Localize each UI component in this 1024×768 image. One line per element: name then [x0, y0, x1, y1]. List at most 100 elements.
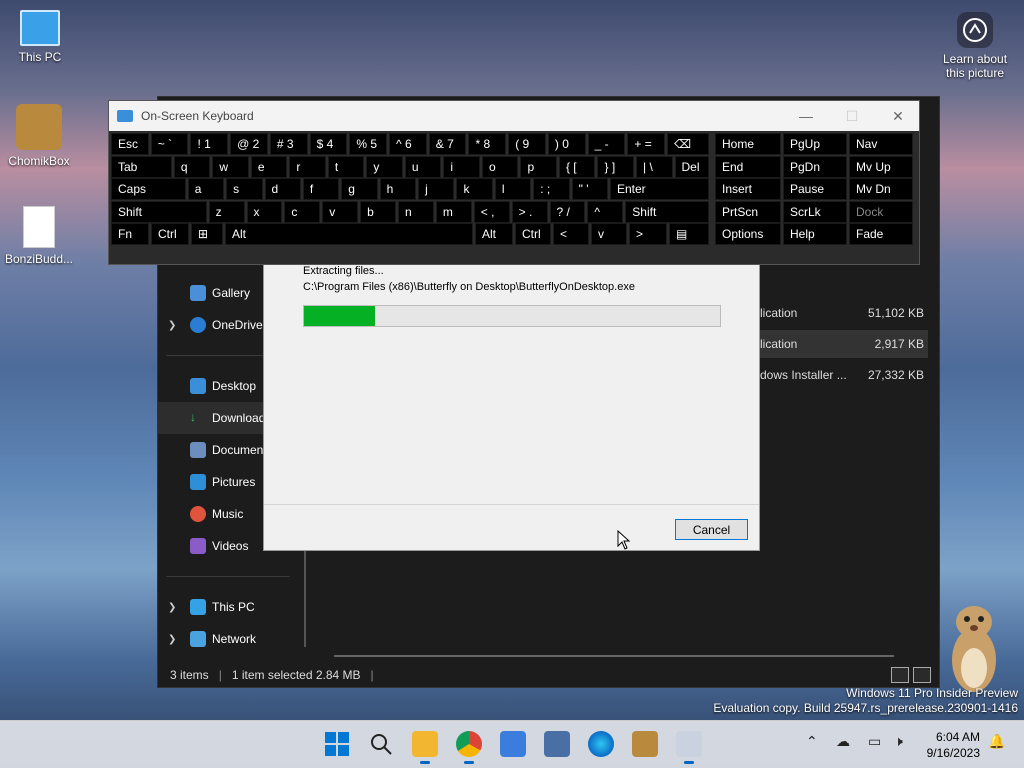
chrome-icon[interactable] [456, 731, 482, 764]
key-home[interactable]: Home [715, 133, 781, 155]
key-esc[interactable]: Esc [111, 133, 149, 155]
key-symbol[interactable]: > [629, 223, 667, 245]
key-caps[interactable]: Caps [111, 178, 186, 200]
key-7[interactable]: & 7 [428, 133, 467, 155]
chevron-right-icon[interactable]: ❯ [168, 320, 176, 331]
key-symbol[interactable]: ⌫ [667, 133, 709, 155]
key-scrlk[interactable]: ScrLk [783, 200, 847, 223]
key-symbol[interactable]: > . [511, 200, 548, 223]
key-j[interactable]: j [418, 178, 455, 200]
key-8[interactable]: * 8 [468, 133, 507, 155]
key-n[interactable]: n [398, 200, 434, 223]
key-ctrl[interactable]: Ctrl [151, 223, 189, 245]
volume-muted-icon[interactable]: 🕨 [894, 733, 903, 750]
installer-icon[interactable] [500, 731, 526, 757]
key-options[interactable]: Options [715, 223, 781, 245]
key-pause[interactable]: Pause [783, 178, 847, 200]
key-symbol[interactable]: ⊞ [191, 223, 223, 245]
key-i[interactable]: i [443, 155, 480, 178]
key-mv-dn[interactable]: Mv Dn [849, 178, 913, 200]
key-2[interactable]: @ 2 [230, 133, 268, 155]
key-symbol[interactable]: + = [627, 133, 666, 155]
cancel-button[interactable]: Cancel [675, 519, 748, 540]
onedrive-icon[interactable]: ☁ [836, 733, 850, 750]
key-insert[interactable]: Insert [715, 178, 781, 200]
file-row[interactable]: lication 2,917 KB [756, 330, 928, 358]
key-5[interactable]: % 5 [349, 133, 388, 155]
key-enter[interactable]: Enter [609, 178, 709, 200]
file-explorer-taskbar-icon[interactable] [412, 731, 438, 764]
key-e[interactable]: e [250, 155, 288, 178]
key-shift[interactable]: Shift [111, 200, 207, 223]
key-q[interactable]: q [173, 155, 211, 178]
key-w[interactable]: w [212, 155, 249, 178]
chomikbox-taskbar-icon[interactable] [632, 731, 658, 757]
key-ctrl[interactable]: Ctrl [515, 223, 551, 245]
key-b[interactable]: b [360, 200, 397, 223]
key-4[interactable]: $ 4 [309, 133, 348, 155]
key-f[interactable]: f [302, 178, 340, 200]
tiles-view-icon[interactable] [913, 667, 931, 683]
key-symbol[interactable]: " ' [571, 178, 608, 200]
key-a[interactable]: a [187, 178, 225, 200]
key-fade[interactable]: Fade [849, 223, 913, 245]
key-r[interactable]: r [289, 155, 326, 178]
key-alt[interactable]: Alt [475, 223, 513, 245]
chevron-right-icon[interactable]: ❯ [168, 634, 176, 645]
key-v[interactable]: v [591, 223, 627, 245]
osk-taskbar-icon[interactable] [544, 731, 570, 757]
key-del[interactable]: Del [674, 155, 709, 178]
desktop-icon-this-pc[interactable]: This PC [2, 10, 78, 64]
key-g[interactable]: g [341, 178, 378, 200]
key-z[interactable]: z [208, 200, 245, 223]
key-symbol[interactable]: < , [473, 200, 510, 223]
key-prtscn[interactable]: PrtScn [715, 200, 781, 223]
key-pgdn[interactable]: PgDn [783, 155, 847, 178]
key-c[interactable]: c [284, 200, 321, 223]
key-3[interactable]: # 3 [269, 133, 308, 155]
key-x[interactable]: x [246, 200, 283, 223]
minimize-button[interactable]: — [783, 101, 829, 131]
key-tab[interactable]: Tab [111, 155, 172, 178]
key-symbol[interactable]: ^ [587, 200, 624, 223]
learn-about-picture[interactable]: Learn about this picture [940, 12, 1010, 80]
key-shift[interactable]: Shift [625, 200, 709, 223]
close-button[interactable]: ✕ [875, 101, 921, 131]
key-0[interactable]: ) 0 [547, 133, 586, 155]
key-6[interactable]: ^ 6 [389, 133, 427, 155]
key-p[interactable]: p [520, 155, 557, 178]
key-nav[interactable]: Nav [849, 133, 913, 155]
key-u[interactable]: u [404, 155, 442, 178]
key-1[interactable]: ! 1 [190, 133, 229, 155]
key-9[interactable]: ( 9 [508, 133, 546, 155]
nav-item-this-pc[interactable]: ❯ This PC [158, 591, 308, 623]
key-mv-up[interactable]: Mv Up [849, 155, 913, 178]
bonzi-hamster-character[interactable] [944, 598, 1004, 698]
key-t[interactable]: t [327, 155, 365, 178]
key-m[interactable]: m [435, 200, 472, 223]
chevron-up-icon[interactable]: ⌃ [806, 733, 818, 750]
key-symbol[interactable]: ? / [549, 200, 586, 223]
desktop-icon-chomikbox[interactable]: ChomikBox [1, 104, 77, 168]
key-symbol[interactable]: | \ [636, 155, 673, 178]
key-k[interactable]: k [456, 178, 493, 200]
key-symbol[interactable]: < [553, 223, 589, 245]
key-s[interactable]: s [226, 178, 263, 200]
key-l[interactable]: l [494, 178, 532, 200]
key-d[interactable]: d [264, 178, 301, 200]
desktop-icon-bonzibuddy[interactable]: BonziBudd... [1, 206, 77, 266]
key-pgup[interactable]: PgUp [783, 133, 847, 155]
search-icon[interactable] [368, 731, 394, 757]
key-end[interactable]: End [715, 155, 781, 178]
key-symbol[interactable]: { [ [558, 155, 596, 178]
key-symbol[interactable]: : ; [533, 178, 570, 200]
details-view-icon[interactable] [891, 667, 909, 683]
file-row[interactable]: dows Installer ... 27,332 KB [756, 361, 928, 389]
notification-bell-icon[interactable]: 🔔 [988, 733, 1005, 750]
scrollbar[interactable] [334, 655, 894, 657]
setup-taskbar-icon[interactable] [676, 731, 702, 764]
key-fn[interactable]: Fn [111, 223, 149, 245]
key-symbol[interactable]: ~ ` [150, 133, 189, 155]
chevron-right-icon[interactable]: ❯ [168, 602, 176, 613]
key-symbol[interactable]: _ - [587, 133, 626, 155]
